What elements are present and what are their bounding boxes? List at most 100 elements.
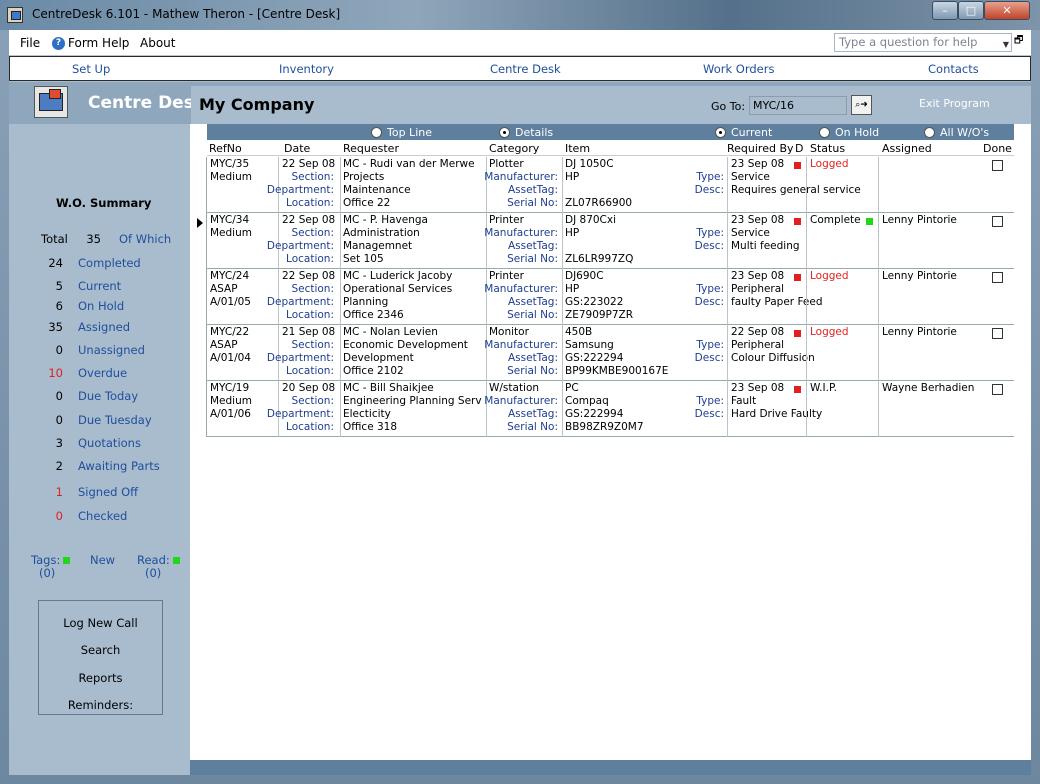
menu-bar: File ? Form Help About Type a question fo… <box>9 30 1031 56</box>
cell-divider <box>806 269 807 325</box>
assigned-count: 35 <box>48 320 63 334</box>
cell-divider <box>340 157 341 213</box>
table-row[interactable]: MYC/34 Medium 22 Sep 08 Section: Departm… <box>190 213 1014 269</box>
col-required-by[interactable]: Required By <box>727 142 794 155</box>
cell-location: Office 318 <box>343 421 398 433</box>
radio-top-line[interactable]: Top Line <box>371 126 432 139</box>
window-title: CentreDesk 6.101 - Mathew Theron - [Cent… <box>32 7 341 21</box>
read-link[interactable]: Read: <box>137 553 180 567</box>
label-assettag: AssetTag: <box>507 352 558 364</box>
column-headers: RefNo Date Requester Category Item Requi… <box>207 141 1014 156</box>
tags-link[interactable]: Tags: <box>31 553 71 567</box>
label-section: Section: <box>291 227 334 239</box>
row-selector[interactable] <box>190 213 207 269</box>
table-row[interactable]: MYC/35 Medium 22 Sep 08 Section: Departm… <box>190 157 1014 213</box>
done-checkbox[interactable] <box>992 160 1003 171</box>
summary-unassigned-link[interactable]: Unassigned <box>78 343 145 357</box>
app-icon[interactable] <box>7 7 23 23</box>
col-category[interactable]: Category <box>489 142 539 155</box>
col-requester[interactable]: Requester <box>343 142 399 155</box>
nav-centre-desk[interactable]: Centre Desk <box>490 62 561 76</box>
table-row[interactable]: MYC/22 ASAP A/01/04 21 Sep 08 Section: D… <box>190 325 1014 381</box>
maximize-button[interactable]: □ <box>958 1 984 20</box>
col-done[interactable]: Done <box>983 142 1012 155</box>
done-checkbox[interactable] <box>992 216 1003 227</box>
cell-divider <box>727 213 728 269</box>
radio-details[interactable]: Details <box>499 126 553 139</box>
row-selector[interactable] <box>190 269 207 325</box>
goto-button[interactable]: ⌕➜ <box>851 95 872 115</box>
menu-file[interactable]: File <box>20 36 40 50</box>
close-button[interactable]: ✕ <box>984 1 1030 20</box>
goto-input[interactable]: MYC/16 <box>749 96 847 115</box>
radio-current[interactable]: Current <box>715 126 772 139</box>
complete-indicator-icon <box>866 218 873 225</box>
done-checkbox[interactable] <box>992 328 1003 339</box>
chevron-down-icon[interactable]: ▼ <box>1003 37 1009 52</box>
cell-divider <box>727 269 728 325</box>
col-refno[interactable]: RefNo <box>209 142 242 155</box>
col-item[interactable]: Item <box>565 142 590 155</box>
restore-icon[interactable]: 🗗 <box>1014 35 1026 47</box>
menu-about[interactable]: About <box>140 36 175 50</box>
cell-refno: MYC/34 <box>210 214 250 226</box>
row-selector[interactable] <box>190 157 207 213</box>
row-selector[interactable] <box>190 325 207 381</box>
tags-label: Tags: <box>31 553 61 567</box>
log-new-call-button[interactable]: Log New Call <box>39 616 162 630</box>
new-link[interactable]: New <box>90 553 115 567</box>
current-count: 5 <box>55 279 63 293</box>
reminders-button[interactable]: Reminders: <box>39 698 162 712</box>
summary-signed-off-link[interactable]: Signed Off <box>78 485 138 499</box>
col-d[interactable]: D <box>795 142 803 155</box>
cell-status: W.I.P. <box>810 382 837 394</box>
summary-awaiting-parts-link[interactable]: Awaiting Parts <box>78 459 160 473</box>
label-serial: Serial No: <box>507 253 558 265</box>
nav-setup[interactable]: Set Up <box>72 62 110 76</box>
minimize-button[interactable]: – <box>932 1 958 20</box>
summary-due-tuesday-link[interactable]: Due Tuesday <box>78 413 152 427</box>
nav-work-orders[interactable]: Work Orders <box>703 62 774 76</box>
col-date[interactable]: Date <box>284 142 310 155</box>
col-assigned[interactable]: Assigned <box>882 142 932 155</box>
nav-inventory[interactable]: Inventory <box>279 62 334 76</box>
total-value: 35 <box>86 232 101 246</box>
cell-date: 22 Sep 08 <box>282 270 336 282</box>
table-row[interactable]: MYC/19 Medium A/01/06 20 Sep 08 Section:… <box>190 381 1014 437</box>
cell-date: 21 Sep 08 <box>282 326 336 338</box>
summary-due-today-link[interactable]: Due Today <box>78 389 138 403</box>
radio-all[interactable]: All W/O's <box>924 126 989 139</box>
menu-form-help[interactable]: ? Form Help <box>52 36 129 50</box>
summary-quotations-link[interactable]: Quotations <box>78 436 141 450</box>
question-input[interactable]: Type a question for help ▼ <box>834 33 1012 52</box>
nav-contacts[interactable]: Contacts <box>928 62 979 76</box>
summary-completed-link[interactable]: Completed <box>78 256 141 270</box>
radio-details-circle <box>499 127 510 138</box>
cell-location: Office 2102 <box>343 365 404 377</box>
col-status[interactable]: Status <box>810 142 845 155</box>
summary-checked-link[interactable]: Checked <box>78 509 127 523</box>
exit-program-button[interactable]: Exit Program <box>919 97 990 110</box>
table-row[interactable]: MYC/24 ASAP A/01/05 22 Sep 08 Section: D… <box>190 269 1014 325</box>
summary-current-link[interactable]: Current <box>78 279 121 293</box>
of-which-link[interactable]: Of Which <box>119 232 171 246</box>
work-order-list: Top Line Details Current On Hold All W/O… <box>190 124 1031 775</box>
summary-overdue-link[interactable]: Overdue <box>78 366 127 380</box>
radio-on-hold[interactable]: On Hold <box>819 126 879 139</box>
done-checkbox[interactable] <box>992 272 1003 283</box>
cell-location: Office 22 <box>343 197 391 209</box>
reports-button[interactable]: Reports <box>39 671 162 685</box>
done-checkbox[interactable] <box>992 384 1003 395</box>
summary-on-hold-link[interactable]: On Hold <box>78 299 124 313</box>
cell-date: 20 Sep 08 <box>282 382 336 394</box>
summary-assigned-link[interactable]: Assigned <box>78 320 130 334</box>
overdue-indicator-icon <box>794 386 801 393</box>
cell-code: A/01/05 <box>210 296 251 308</box>
horizontal-scrollbar[interactable] <box>190 760 1031 775</box>
search-button[interactable]: Search <box>39 643 162 657</box>
row-selector[interactable] <box>190 381 207 437</box>
label-serial: Serial No: <box>507 365 558 377</box>
cell-location: Office 2346 <box>343 309 404 321</box>
cell-priority: Medium <box>210 227 252 239</box>
cell-category: Plotter <box>489 158 524 170</box>
